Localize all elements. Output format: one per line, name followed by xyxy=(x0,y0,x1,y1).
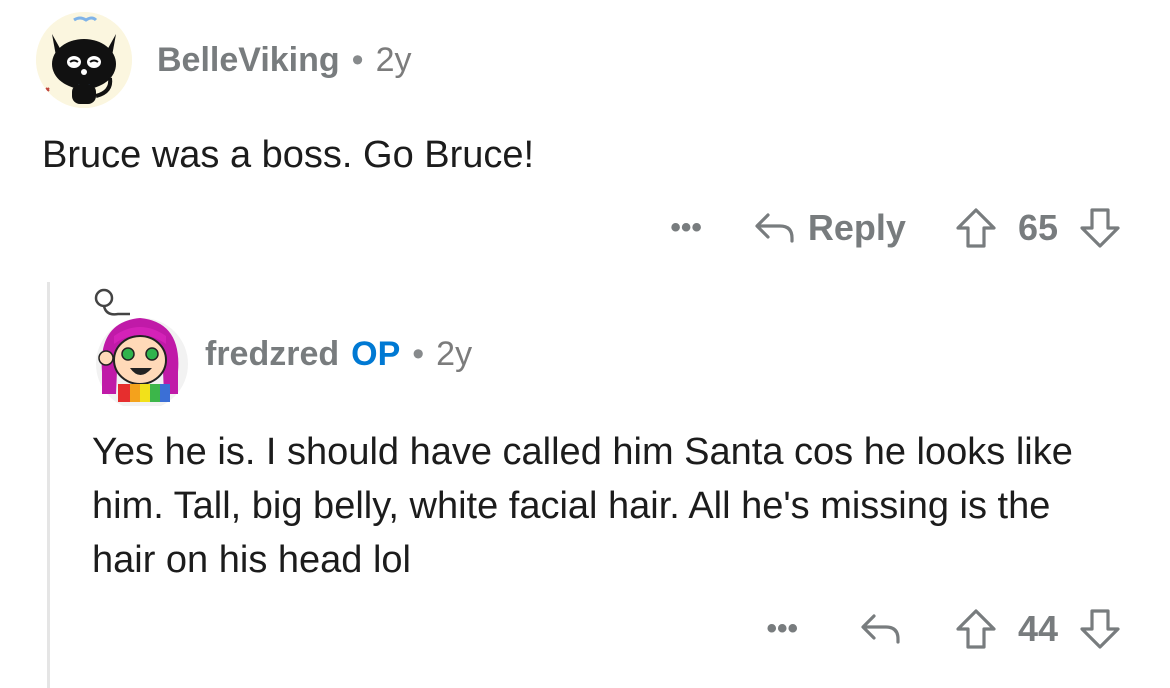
upvote-icon[interactable] xyxy=(954,607,998,651)
comment-body: Yes he is. I should have called him Sant… xyxy=(92,431,1073,581)
username[interactable]: fredzred xyxy=(205,335,339,374)
cat-avatar-icon xyxy=(36,12,132,108)
comment-body: Bruce was a boss. Go Bruce! xyxy=(42,134,535,176)
reply-arrow-icon xyxy=(755,213,794,243)
user-avatar[interactable] xyxy=(36,12,132,108)
upvote-icon[interactable] xyxy=(954,206,998,250)
comment-actions: ••• 44 xyxy=(766,605,1122,653)
username[interactable]: BelleViking xyxy=(157,41,340,80)
more-options-button[interactable]: ••• xyxy=(766,612,798,646)
comment-meta: BelleViking • 2y xyxy=(157,38,412,82)
thread-line[interactable] xyxy=(47,282,50,688)
comment-meta: fredzred OP • 2y xyxy=(205,331,472,377)
reply-button[interactable] xyxy=(860,612,902,646)
comment-age: 2y xyxy=(436,334,473,373)
vote-count: 44 xyxy=(1017,608,1058,649)
comment-actions: ••• Reply 65 xyxy=(670,204,1122,252)
reply-button[interactable]: Reply xyxy=(754,207,906,249)
meta-separator: • xyxy=(351,40,364,79)
comment-age: 2y xyxy=(375,40,412,79)
snoo-avatar-pink-hair-icon xyxy=(94,288,188,410)
op-badge: OP xyxy=(351,334,401,373)
downvote-icon[interactable] xyxy=(1078,206,1122,250)
downvote-icon[interactable] xyxy=(1078,607,1122,651)
more-options-button[interactable]: ••• xyxy=(670,211,702,245)
meta-separator: • xyxy=(412,334,425,373)
reply-label: Reply xyxy=(807,207,906,248)
user-avatar[interactable] xyxy=(84,288,194,410)
vote-count: 65 xyxy=(1017,207,1058,248)
reply-arrow-icon xyxy=(861,614,900,644)
